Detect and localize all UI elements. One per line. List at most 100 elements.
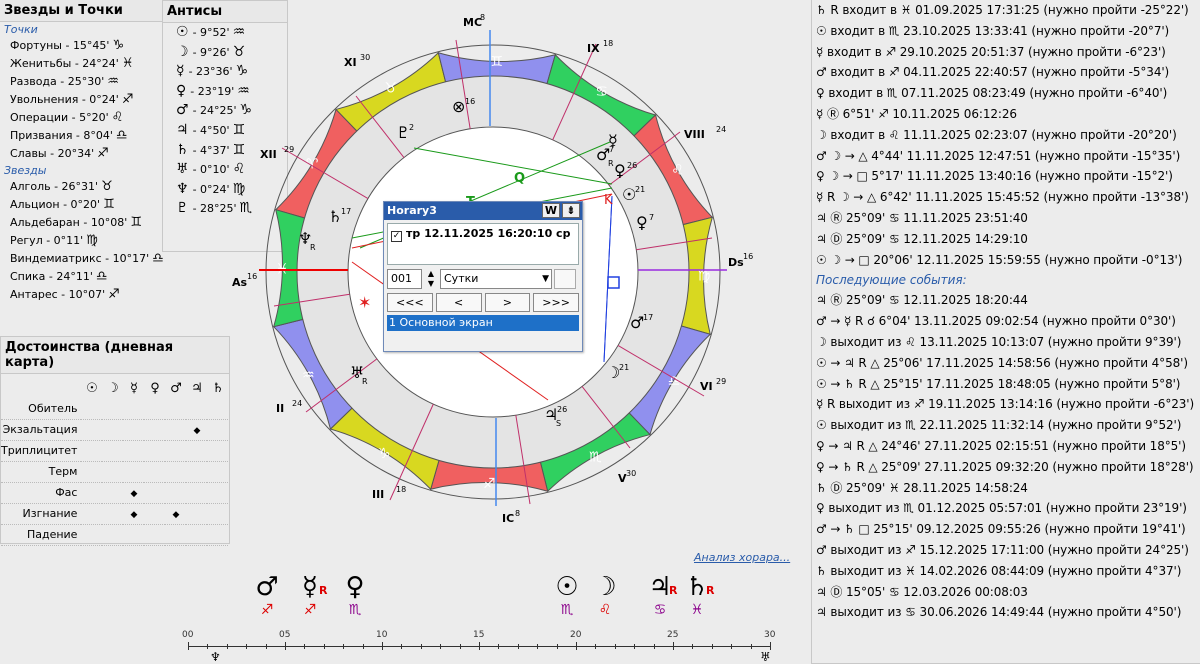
- datetime-checkbox[interactable]: ✓: [391, 231, 402, 242]
- point-row: Увольнения - 0°24' ♐: [0, 91, 162, 109]
- bottom-planet[interactable]: ☉ ♏: [552, 572, 582, 618]
- bottom-planet[interactable]: ♀ ♏: [340, 572, 370, 618]
- planet-icon: ☉: [86, 380, 98, 396]
- dignity-cell: [123, 398, 145, 420]
- scale-label: 10: [376, 630, 388, 640]
- scale-left-planet-icon: ♆: [210, 650, 221, 664]
- ds-degree: 16: [743, 252, 753, 261]
- chart-icon-button[interactable]: [554, 269, 576, 289]
- nav-first-button[interactable]: <<<: [387, 293, 433, 312]
- planet-icon: ♃: [191, 380, 203, 396]
- zodiac-sign-icon: ♐: [303, 602, 317, 618]
- scale-tick: [362, 644, 364, 649]
- event-item: ♂ → ♄ □ 25°15' 09.12.2025 09:55:26 (нужн…: [816, 522, 1186, 537]
- scale-tick: [188, 642, 189, 650]
- scale-tick: [731, 644, 733, 649]
- dignity-label: Изгнание: [1, 503, 82, 525]
- zodiac-sign-icon: ♉: [384, 80, 397, 96]
- point-row: Женитьбы - 24°24' ♓: [0, 55, 162, 73]
- event-item: ☿ входит в ♐ 29.10.2025 20:51:37 (нужно …: [816, 44, 1166, 59]
- corner-cell: [1, 378, 81, 398]
- zodiac-sign-icon: ♉: [101, 179, 113, 194]
- dignity-mark: ◆: [172, 510, 180, 520]
- screen-list-item[interactable]: 1 Основной экран: [387, 315, 579, 331]
- dignity-mark: ◆: [130, 489, 138, 499]
- scale-tick: [576, 642, 577, 650]
- bottom-planet[interactable]: ☽ ♌: [590, 572, 620, 618]
- dignity-label: Падение: [1, 524, 82, 546]
- planet-icon[interactable]: ⊗: [452, 97, 465, 116]
- zodiac-sign-icon: ♏: [560, 602, 574, 618]
- zodiac-sign-icon: ♊: [130, 215, 142, 230]
- dignity-cell: [165, 461, 187, 483]
- dignity-label: Обитель: [1, 398, 82, 420]
- planet-retro-mark: R: [310, 243, 316, 252]
- event-item: ♃ Ⓡ 25°09' ♋ 12.11.2025 18:20:44: [816, 293, 1028, 308]
- dignity-label: Терм: [1, 461, 82, 483]
- dignity-cell: [81, 482, 103, 504]
- dignity-cell: [207, 440, 229, 462]
- bottom-planet[interactable]: ♄ ♓ R: [682, 572, 715, 618]
- datetime-list[interactable]: ✓ тр 12.11.2025 16:20:10 ср: [387, 223, 579, 265]
- dignities-title: Достоинства (дневная карта): [1, 337, 229, 374]
- event-item: ☉ ☽ → □ 20°06' 12.11.2025 15:59:55 (нужн…: [816, 252, 1183, 267]
- zodiac-sign-icon: ♌: [671, 163, 684, 179]
- dignity-row: Изгнание ◆ ◆: [1, 503, 229, 525]
- planet-icon: ♀: [176, 82, 187, 99]
- dignity-label: Триплицитет: [1, 440, 82, 462]
- planet-icon[interactable]: ♀: [614, 161, 626, 180]
- dignity-mark: ◆: [130, 510, 138, 520]
- antiscia-value: - 0°24': [192, 182, 230, 196]
- planet-degree: 17: [341, 207, 351, 216]
- step-input[interactable]: 001: [387, 269, 422, 289]
- horary-analysis-link[interactable]: Анализ хорара...: [694, 551, 790, 564]
- scale-label: 15: [473, 630, 485, 640]
- dignity-label: Экзальтация: [1, 419, 82, 441]
- zodiac-sign-icon: ♓: [121, 56, 134, 71]
- event-item: ♃ выходит из ♋ 30.06.2026 14:49:44 (нужн…: [816, 605, 1182, 620]
- scale-tick: [285, 642, 286, 650]
- chevron-down-icon[interactable]: ▼: [542, 270, 549, 288]
- house-degree: 30: [626, 469, 636, 478]
- dignity-cell: [81, 398, 103, 420]
- house-number: IX: [587, 42, 600, 55]
- unit-select[interactable]: Сутки ▼: [440, 269, 552, 289]
- pin-icon[interactable]: ⇟: [562, 203, 580, 218]
- scale-tick: [673, 642, 674, 650]
- zodiac-sign-icon: ♒: [107, 74, 119, 89]
- point-label: Развода - 25°30': [10, 75, 105, 88]
- dignity-cell: [123, 440, 145, 462]
- nav-last-button[interactable]: >>>: [533, 293, 579, 312]
- bottom-planet[interactable]: ☿ ♐ R: [295, 572, 328, 618]
- house-degree: 18: [603, 39, 613, 48]
- antiscia-value: - 4°50': [192, 123, 230, 137]
- dignity-cell: [207, 482, 229, 504]
- dignity-cell: [144, 461, 166, 483]
- planet-icon: ☿: [129, 380, 138, 396]
- antiscia-value: - 23°19': [190, 84, 235, 98]
- scale-tick: [770, 642, 771, 650]
- dialog-titlebar[interactable]: Horary3 W ⇟: [384, 202, 582, 220]
- planet-icon: ♀: [150, 380, 160, 396]
- horary-dialog[interactable]: Horary3 W ⇟ ✓ тр 12.11.2025 16:20:10 ср 0…: [383, 201, 583, 352]
- dignity-cell: [102, 461, 124, 483]
- retrograde-mark: R: [706, 584, 715, 597]
- retrograde-mark: R: [319, 584, 328, 597]
- planet-icon[interactable]: ♀: [636, 213, 648, 232]
- zodiac-sign-icon: ♎: [115, 128, 128, 143]
- dignity-row: Падение: [1, 524, 229, 546]
- bottom-planet[interactable]: ♃ ♋ R: [645, 572, 677, 618]
- star-label: Альцион - 0°20': [10, 198, 101, 211]
- point-label: Увольнения - 0°24': [10, 93, 119, 106]
- dignity-cell: [186, 503, 208, 525]
- nav-prev-button[interactable]: <: [435, 293, 482, 312]
- planet-icon[interactable]: ☿: [608, 131, 618, 150]
- scale-tick: [614, 644, 616, 649]
- nav-next-button[interactable]: >: [484, 293, 531, 312]
- bottom-planet[interactable]: ♂ ♐: [252, 572, 282, 618]
- step-spinner[interactable]: ▲ ▼: [424, 269, 438, 289]
- star-row: Альцион - 0°20' ♊: [0, 196, 162, 214]
- event-item: ♄ R входит в ♓ 01.09.2025 17:31:25 (нужн…: [816, 3, 1189, 17]
- w-button[interactable]: W: [542, 203, 560, 218]
- scale-tick: [653, 644, 655, 649]
